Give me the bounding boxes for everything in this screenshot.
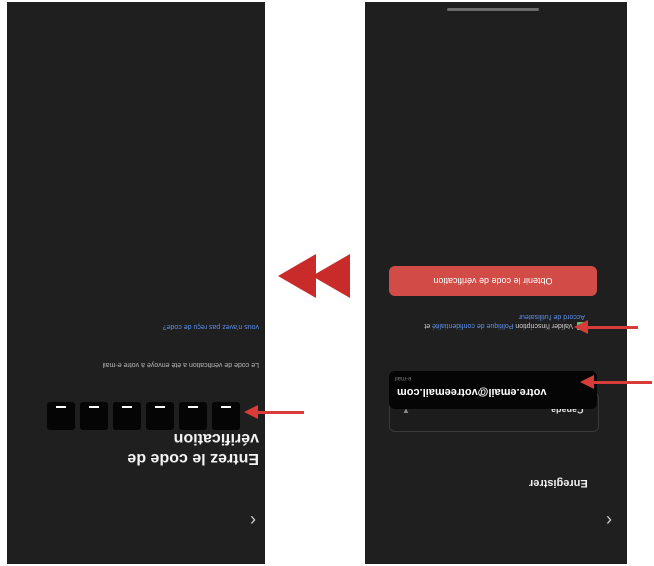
email-field[interactable]: e-mail votre.email@votreemail.com [389, 371, 597, 409]
and-text: et [424, 322, 431, 329]
page-title: Entrez le code de vérification [127, 430, 259, 467]
double-chevron-left-icon [312, 254, 350, 298]
chevron-right-icon[interactable]: › [250, 510, 256, 528]
annotation-arrow [258, 411, 304, 414]
double-chevron-left-icon [278, 254, 316, 298]
page-title: Enregistrer [529, 477, 588, 489]
otp-digit-box[interactable] [146, 402, 174, 430]
otp-digit-box[interactable] [179, 402, 207, 430]
otp-digit-box[interactable] [113, 402, 141, 430]
annotation-arrow [594, 381, 652, 384]
chevron-right-icon[interactable]: › [606, 510, 612, 528]
terms-link[interactable]: Accord de l'utilisateur [519, 313, 585, 320]
otp-digit-box[interactable] [47, 402, 75, 430]
sent-notice: Le code de vérification a été envoyé à v… [102, 361, 259, 368]
otp-digit-box[interactable] [80, 402, 108, 430]
get-code-button[interactable]: Obtenir le code de vérification [389, 266, 597, 296]
sheet-handle[interactable] [447, 8, 539, 11]
verification-screen: › Entrez le code de vérification Le code… [7, 2, 265, 564]
register-screen: › Enregistrer ▲ Canada e-mail votre.emai… [365, 2, 627, 564]
resend-code-link[interactable]: vous n'avez pas reçu de code? [119, 323, 259, 330]
annotation-arrow [588, 326, 638, 329]
annotation-arrow-head [244, 405, 258, 419]
agreement-row: ✓Valider l'inscription Politique de conf… [415, 312, 585, 330]
privacy-link[interactable]: Politique de confidentialité [432, 322, 513, 329]
email-label: e-mail [395, 375, 412, 381]
otp-digit-box[interactable] [212, 402, 240, 430]
annotation-arrow-head [580, 375, 594, 389]
annotation-arrow-head [574, 320, 588, 334]
agree-text: Valider l'inscription [515, 322, 573, 329]
email-value: votre.email@votreemail.com [397, 386, 547, 398]
